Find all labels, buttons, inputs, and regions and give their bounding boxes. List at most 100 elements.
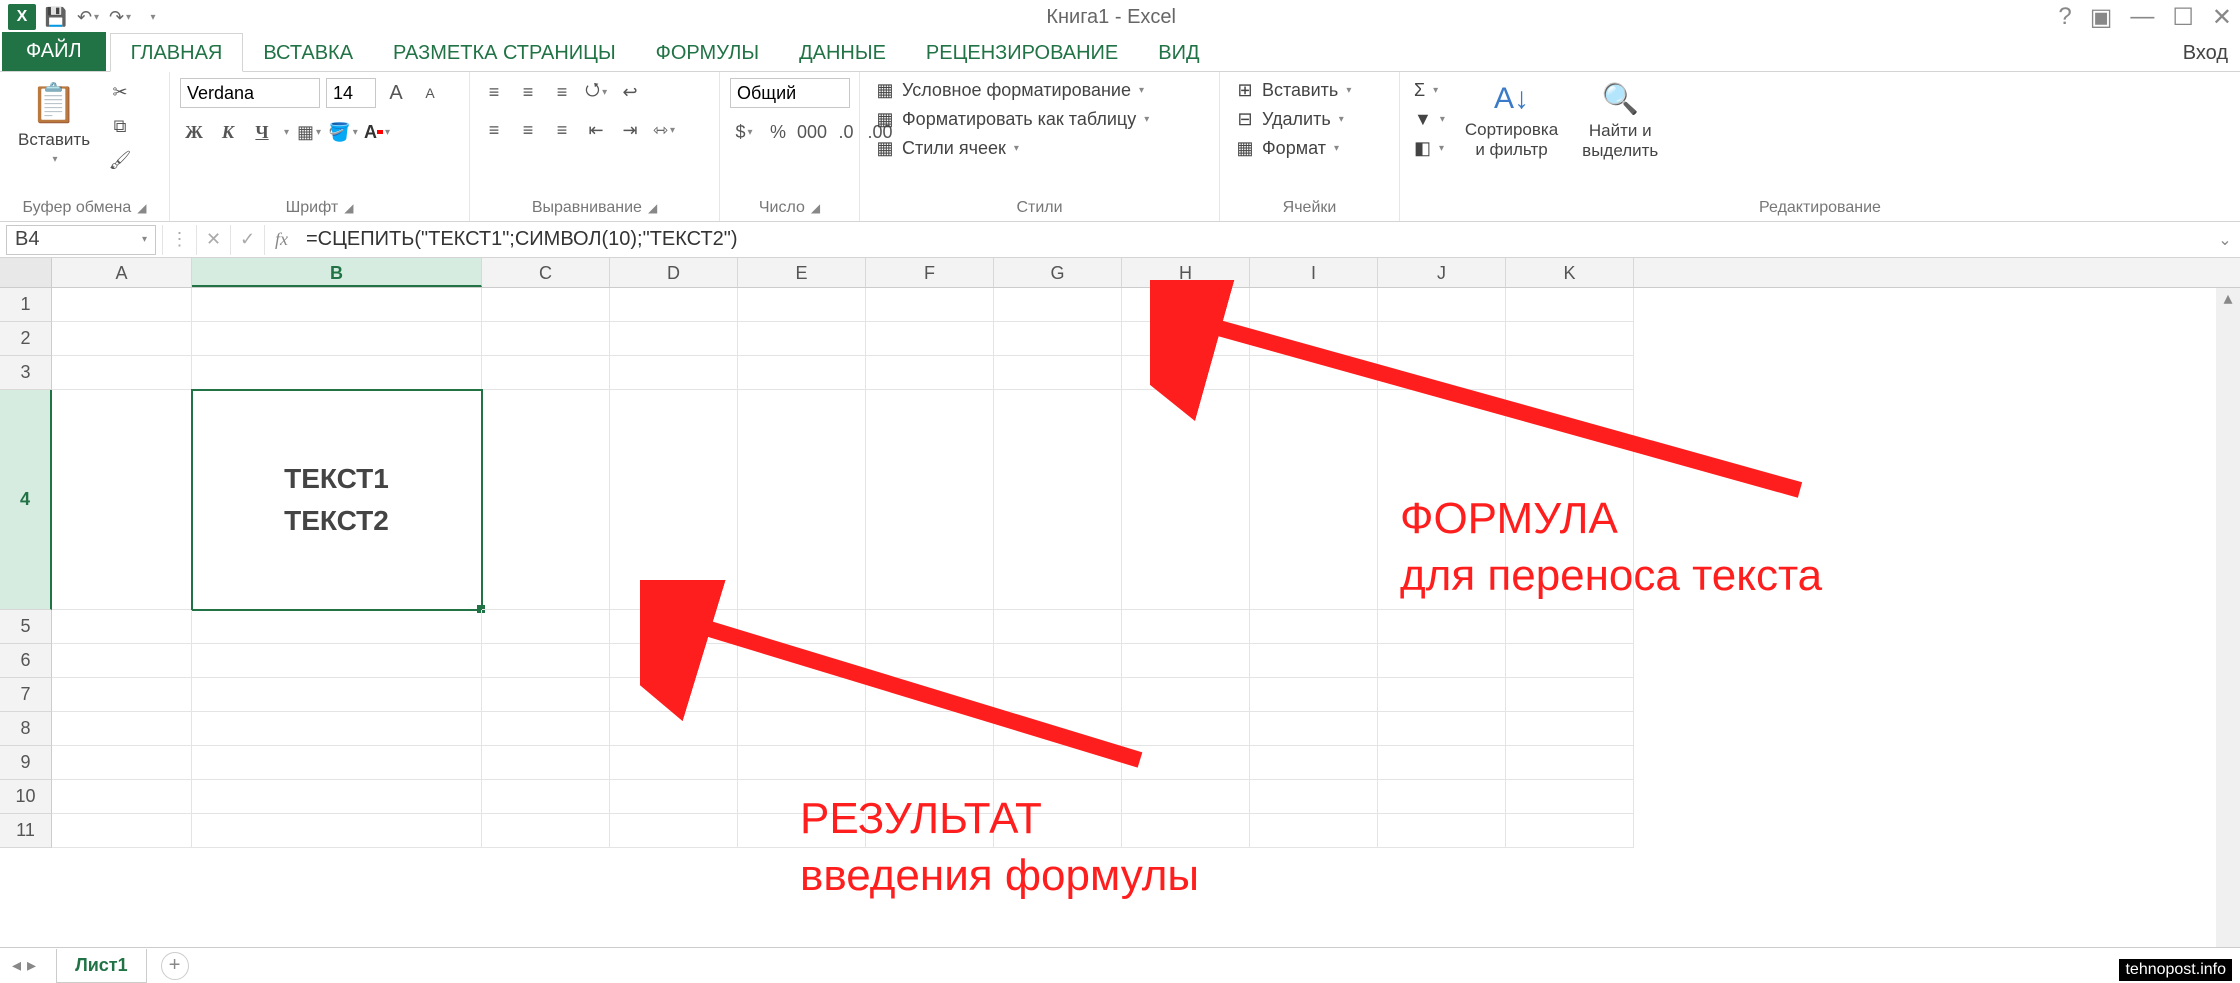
save-icon[interactable]: 💾: [44, 5, 68, 29]
fill-color-icon[interactable]: 🪣▾: [329, 118, 357, 146]
redo-icon[interactable]: ↷▾: [108, 5, 132, 29]
new-sheet-button[interactable]: +: [161, 952, 189, 980]
row-header-1[interactable]: 1: [0, 288, 52, 322]
col-header-i[interactable]: I: [1250, 258, 1378, 287]
underline-button[interactable]: Ч: [248, 118, 276, 146]
sheet-nav-prev-icon[interactable]: ◂: [12, 955, 21, 976]
ribbon-options-icon[interactable]: ▣: [2090, 3, 2113, 32]
tab-formulas[interactable]: ФОРМУЛЫ: [636, 34, 779, 71]
col-header-a[interactable]: A: [52, 258, 192, 287]
font-name-combo[interactable]: [180, 78, 320, 108]
col-header-h[interactable]: H: [1122, 258, 1250, 287]
insert-function-icon[interactable]: fx: [264, 225, 298, 255]
col-header-k[interactable]: K: [1506, 258, 1634, 287]
tab-page-layout[interactable]: РАЗМЕТКА СТРАНИЦЫ: [373, 34, 636, 71]
tab-review[interactable]: РЕЦЕНЗИРОВАНИЕ: [906, 34, 1138, 71]
col-header-b[interactable]: B: [192, 258, 482, 287]
align-center-icon[interactable]: ≡: [514, 116, 542, 144]
font-dialog-launcher-icon[interactable]: ◢: [344, 201, 353, 215]
undo-icon[interactable]: ↶▾: [76, 5, 100, 29]
italic-button[interactable]: К: [214, 118, 242, 146]
grow-font-icon[interactable]: A: [382, 79, 410, 107]
row-header-2[interactable]: 2: [0, 322, 52, 356]
shrink-font-icon[interactable]: A: [416, 79, 444, 107]
wrap-text-icon[interactable]: ↩: [616, 78, 644, 106]
fill-button[interactable]: ▼▾: [1410, 107, 1449, 132]
tab-home[interactable]: ГЛАВНАЯ: [110, 33, 244, 72]
tab-file[interactable]: ФАЙЛ: [2, 32, 106, 71]
alignment-dialog-launcher-icon[interactable]: ◢: [648, 201, 657, 215]
align-bottom-icon[interactable]: ≡: [548, 78, 576, 106]
formula-input[interactable]: [298, 225, 2210, 255]
spreadsheet-grid[interactable]: A B C D E F G H I J K 1 2 3 4 ТЕКСТ1 ТЕК…: [0, 258, 2240, 958]
sheet-tab-1[interactable]: Лист1: [56, 949, 147, 983]
vertical-scrollbar[interactable]: ▴: [2216, 288, 2240, 958]
bold-button[interactable]: Ж: [180, 118, 208, 146]
percent-icon[interactable]: %: [764, 118, 792, 146]
name-box[interactable]: B4 ▾: [6, 225, 156, 255]
row-header-11[interactable]: 11: [0, 814, 52, 848]
copy-icon[interactable]: ⧉: [106, 112, 134, 140]
number-format-combo[interactable]: [730, 78, 850, 108]
row-header-8[interactable]: 8: [0, 712, 52, 746]
clear-button[interactable]: ◧▾: [1410, 136, 1449, 161]
align-middle-icon[interactable]: ≡: [514, 78, 542, 106]
cancel-formula-icon[interactable]: ✕: [196, 225, 230, 255]
align-top-icon[interactable]: ≡: [480, 78, 508, 106]
tab-data[interactable]: ДАННЫЕ: [779, 34, 906, 71]
col-header-e[interactable]: E: [738, 258, 866, 287]
insert-cells-button[interactable]: ⊞Вставить▾: [1230, 78, 1355, 103]
align-right-icon[interactable]: ≡: [548, 116, 576, 144]
increase-decimal-icon[interactable]: .0: [832, 118, 860, 146]
indent-decrease-icon[interactable]: ⇤: [582, 116, 610, 144]
enter-formula-icon[interactable]: ✓: [230, 225, 264, 255]
help-icon[interactable]: ?: [2058, 3, 2071, 32]
select-all-corner[interactable]: [0, 258, 52, 287]
paste-button[interactable]: 📋 Вставить ▾: [10, 78, 98, 169]
conditional-formatting-button[interactable]: ▦Условное форматирование▾: [870, 78, 1148, 103]
format-cells-button[interactable]: ▦Формат▾: [1230, 136, 1343, 161]
row-header-4[interactable]: 4: [0, 390, 52, 610]
close-icon[interactable]: ✕: [2212, 3, 2232, 32]
font-color-icon[interactable]: А▾: [363, 118, 391, 146]
col-header-g[interactable]: G: [994, 258, 1122, 287]
format-painter-icon[interactable]: 🖌: [106, 146, 134, 174]
currency-icon[interactable]: $▾: [730, 118, 758, 146]
expand-formula-bar-icon[interactable]: ⌄: [2210, 230, 2240, 250]
find-select-button[interactable]: 🔍 Найти и выделить: [1574, 78, 1666, 165]
sign-in-link[interactable]: Вход: [2183, 42, 2228, 65]
sort-filter-button[interactable]: A↓ Сортировка и фильтр: [1457, 78, 1566, 164]
qat-customise-icon[interactable]: ▾: [140, 5, 164, 29]
font-size-combo[interactable]: [326, 78, 376, 108]
align-left-icon[interactable]: ≡: [480, 116, 508, 144]
row-header-6[interactable]: 6: [0, 644, 52, 678]
cut-icon[interactable]: ✂: [106, 78, 134, 106]
col-header-c[interactable]: C: [482, 258, 610, 287]
name-box-dropdown-icon[interactable]: ▾: [142, 234, 147, 245]
col-header-d[interactable]: D: [610, 258, 738, 287]
clipboard-dialog-launcher-icon[interactable]: ◢: [137, 201, 146, 215]
sheet-nav-next-icon[interactable]: ▸: [27, 955, 36, 976]
col-header-j[interactable]: J: [1378, 258, 1506, 287]
row-header-7[interactable]: 7: [0, 678, 52, 712]
col-header-f[interactable]: F: [866, 258, 994, 287]
format-as-table-button[interactable]: ▦Форматировать как таблицу▾: [870, 107, 1153, 132]
tab-view[interactable]: ВИД: [1138, 34, 1219, 71]
comma-icon[interactable]: 000: [798, 118, 826, 146]
row-header-10[interactable]: 10: [0, 780, 52, 814]
row-header-3[interactable]: 3: [0, 356, 52, 390]
cell-styles-button[interactable]: ▦Стили ячеек▾: [870, 136, 1023, 161]
maximise-icon[interactable]: ☐: [2172, 3, 2194, 32]
scroll-up-icon[interactable]: ▴: [2216, 288, 2240, 309]
merge-center-icon[interactable]: ⇿▾: [650, 116, 678, 144]
indent-increase-icon[interactable]: ⇥: [616, 116, 644, 144]
minimise-icon[interactable]: —: [2130, 3, 2154, 32]
row-header-5[interactable]: 5: [0, 610, 52, 644]
number-dialog-launcher-icon[interactable]: ◢: [811, 201, 820, 215]
borders-icon[interactable]: ▦▾: [295, 118, 323, 146]
orientation-icon[interactable]: ⭯▾: [582, 78, 610, 106]
tab-insert[interactable]: ВСТАВКА: [243, 34, 373, 71]
row-header-9[interactable]: 9: [0, 746, 52, 780]
delete-cells-button[interactable]: ⊟Удалить▾: [1230, 107, 1348, 132]
cell-b4[interactable]: ТЕКСТ1 ТЕКСТ2: [192, 390, 482, 610]
